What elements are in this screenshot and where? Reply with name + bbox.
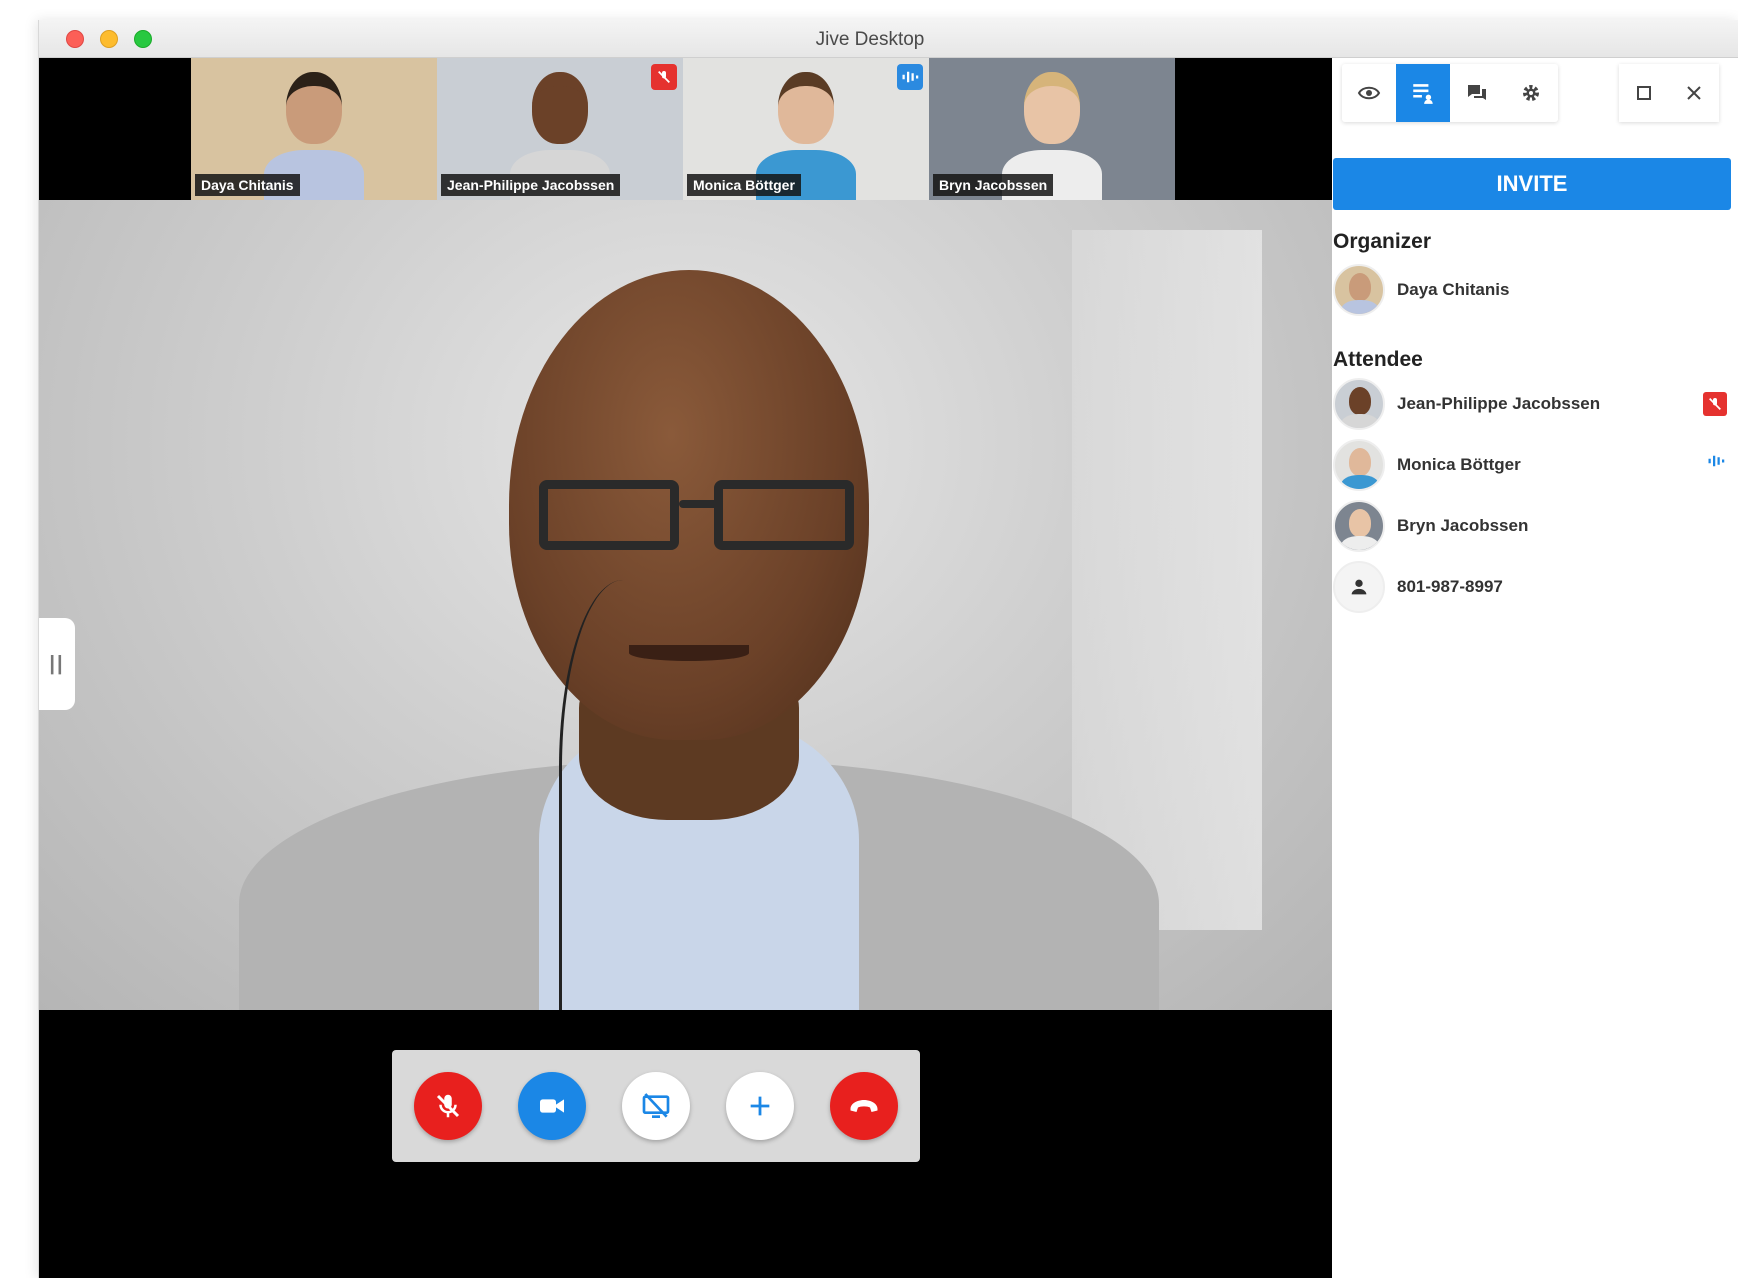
avatar: [1333, 264, 1385, 316]
attendee-name: Jean-Philippe Jacobssen: [1397, 394, 1601, 413]
eye-icon: [1357, 81, 1381, 105]
avatar: [1333, 378, 1385, 430]
video-person-glasses: [529, 480, 859, 560]
popout-icon[interactable]: [1619, 64, 1669, 122]
participant-thumbnail-strip: Daya Chitanis Jean-Philippe Jacobssen Moni…: [191, 58, 1176, 200]
avatar: [1333, 500, 1385, 552]
attendee-name: 801-987-8997: [1397, 577, 1503, 596]
screen-button[interactable]: [622, 1072, 690, 1140]
participant-thumbnail[interactable]: Jean-Philippe Jacobssen: [437, 58, 683, 200]
tool-participants[interactable]: [1396, 64, 1450, 122]
speaking-status-icon: [1707, 453, 1725, 474]
mute-button[interactable]: [414, 1072, 482, 1140]
avatar: [1333, 561, 1385, 613]
mic-off-icon: [433, 1091, 463, 1121]
video-earphone-cable: [559, 580, 719, 1010]
invite-button[interactable]: INVITE: [1333, 158, 1731, 210]
participant-thumbnail[interactable]: Monica Böttger: [683, 58, 929, 200]
window-title: Jive Desktop: [815, 29, 925, 50]
camera-icon: [536, 1090, 568, 1122]
zoom-window-button[interactable]: [134, 30, 152, 48]
attendee-name: Monica Böttger: [1397, 455, 1521, 474]
hangup-button[interactable]: [830, 1072, 898, 1140]
participants-sidebar: INVITE Organizer Daya Chitanis Attendee …: [1332, 58, 1738, 1278]
main-speaker-video: [39, 200, 1332, 1010]
thumbnail-name: Daya Chitanis: [195, 174, 300, 196]
organizer-title: Organizer: [1333, 230, 1432, 253]
organizer-name: Daya Chitanis: [1397, 280, 1510, 299]
add-button[interactable]: [726, 1072, 794, 1140]
attendee-row[interactable]: Bryn Jacobssen: [1333, 498, 1731, 554]
video-background-window: [1072, 230, 1262, 930]
close-panel-icon[interactable]: [1669, 64, 1719, 122]
call-controls-bar: [392, 1050, 920, 1162]
thumbnail-name: Monica Böttger: [687, 174, 801, 196]
person-icon: [1348, 576, 1370, 598]
video-area: Daya Chitanis Jean-Philippe Jacobssen Moni…: [39, 58, 1332, 1278]
tool-chat[interactable]: [1450, 64, 1504, 122]
gear-icon: [1519, 81, 1543, 105]
participants-list-icon: [1410, 80, 1436, 106]
camera-button[interactable]: [518, 1072, 586, 1140]
avatar: [1333, 439, 1385, 491]
participant-thumbnail[interactable]: Daya Chitanis: [191, 58, 437, 200]
attendee-row[interactable]: Jean-Philippe Jacobssen: [1333, 376, 1731, 432]
sidebar-toolbar: [1342, 58, 1558, 128]
attendee-name: Bryn Jacobssen: [1397, 516, 1529, 535]
close-window-button[interactable]: [66, 30, 84, 48]
tool-view[interactable]: [1342, 64, 1396, 122]
organizer-row[interactable]: Daya Chitanis: [1333, 262, 1731, 318]
speaking-badge-icon: [897, 64, 923, 90]
plus-icon: [746, 1092, 774, 1120]
thumbnail-name: Bryn Jacobssen: [933, 174, 1054, 196]
attendee-title: Attendee: [1333, 348, 1423, 371]
attendee-row[interactable]: 801-987-8997: [1333, 559, 1731, 615]
participant-thumbnail[interactable]: Bryn Jacobssen: [929, 58, 1175, 200]
chat-icon: [1465, 81, 1489, 105]
attendee-row[interactable]: Monica Böttger: [1333, 437, 1731, 493]
minimize-window-button[interactable]: [100, 30, 118, 48]
thumbnail-name: Jean-Philippe Jacobssen: [441, 174, 621, 196]
tool-settings[interactable]: [1504, 64, 1558, 122]
collapse-panel-handle[interactable]: ||: [39, 618, 75, 710]
screen-share-off-icon: [640, 1090, 672, 1122]
sidebar-tool-group: [1342, 64, 1558, 122]
phone-hangup-icon: [846, 1088, 882, 1124]
app-window: Jive Desktop Daya Chitanis Jean-Philippe …: [38, 20, 1738, 1278]
muted-status-icon: [1703, 392, 1727, 416]
title-bar: Jive Desktop: [39, 20, 1738, 58]
muted-badge-icon: [651, 64, 677, 90]
sidebar-window-tools: [1619, 64, 1719, 122]
